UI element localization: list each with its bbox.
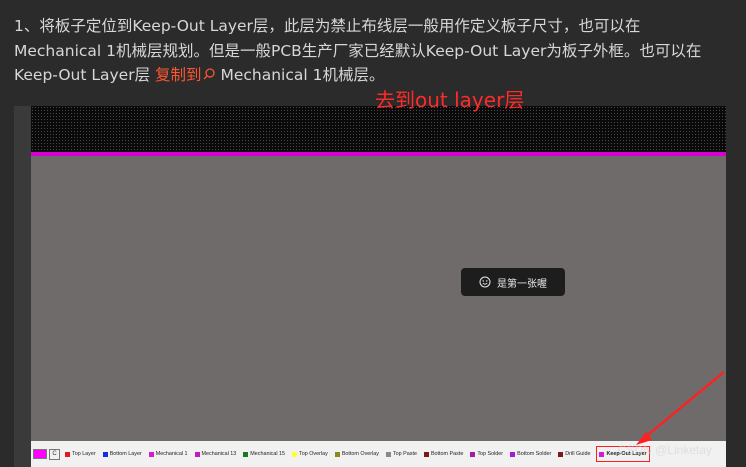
smile-icon: [479, 276, 491, 288]
layer-tab-label: Mechanical 13: [201, 451, 237, 457]
red-arrow: [636, 371, 725, 445]
pcb-screenshot-figure: 是第一张喔 去到out layer层 C Top Layer Bottom Lay…: [14, 88, 726, 467]
layer-tab[interactable]: Top Solder: [469, 448, 504, 460]
layer-color-swatch: [102, 451, 108, 457]
layer-color-swatch: [510, 451, 516, 457]
layer-color-swatch: [558, 451, 564, 457]
article-line-3-prefix: Keep-Out Layer层: [14, 66, 155, 84]
layer-tab-label: Mechanical 1: [155, 451, 188, 457]
layer-tab[interactable]: Top Paste: [385, 448, 418, 460]
current-layer-swatch[interactable]: [33, 449, 47, 459]
layer-tab[interactable]: Mechanical 13: [194, 448, 238, 460]
search-icon[interactable]: [202, 67, 216, 81]
layer-tab-label: Bottom Layer: [109, 451, 142, 457]
layer-color-swatch: [292, 451, 298, 457]
toast-message: 是第一张喔: [461, 268, 565, 296]
layer-tab[interactable]: Drill Guide: [557, 448, 591, 460]
article-paragraph: 1、将板子定位到Keep-Out Layer层，此层为禁止布线层一般用作定义板子…: [14, 14, 739, 88]
layer-tab-label: Mechanical 15: [250, 451, 286, 457]
layer-tab[interactable]: Top Overlay: [291, 448, 329, 460]
layer-color-swatch: [65, 451, 70, 457]
layer-tab-label: Top Solder: [477, 451, 504, 457]
layer-color-swatch: [148, 451, 154, 457]
layer-set-icon[interactable]: C: [49, 448, 60, 460]
layer-tab[interactable]: Bottom Overlay: [334, 448, 380, 460]
layer-color-swatch: [423, 451, 429, 457]
red-annotation: 去到out layer层: [375, 88, 525, 112]
layer-color-swatch: [334, 451, 340, 457]
layer-tab[interactable]: Mechanical 1: [148, 448, 189, 460]
layer-tab-label: Bottom Solder: [517, 451, 552, 457]
csdn-watermark: CSDN @Linketay: [617, 443, 712, 457]
layer-tab[interactable]: Mechanical 15: [242, 448, 286, 460]
layer-tab[interactable]: Bottom Solder: [509, 448, 552, 460]
layer-tab[interactable]: Bottom Layer: [102, 448, 143, 460]
layer-tab-label: Top Paste: [392, 451, 417, 457]
layer-tab[interactable]: Top Layer: [64, 448, 97, 460]
layer-tab[interactable]: Bottom Paste: [423, 448, 464, 460]
layer-tab-label: Bottom Overlay: [341, 451, 379, 457]
layer-tab-label: Top Overlay: [299, 451, 328, 457]
panel-left-edge: [14, 106, 31, 467]
layer-color-swatch: [243, 451, 249, 457]
layer-color-swatch: [470, 451, 476, 457]
layer-tab-label: Bottom Paste: [430, 451, 464, 457]
layer-color-swatch: [385, 451, 391, 457]
article-line-2: Mechanical 1机械层规划。但是一般PCB生产厂家已经默认Keep-Ou…: [14, 41, 702, 60]
article-line-3-suffix: Mechanical 1机械层。: [215, 66, 385, 84]
toast-text: 是第一张喔: [497, 278, 547, 290]
article-line-1: 1、将板子定位到Keep-Out Layer层，此层为禁止布线层一般用作定义板子…: [14, 17, 641, 35]
layer-color-swatch: [194, 451, 200, 457]
copy-to-link[interactable]: 复制到: [155, 66, 202, 84]
layer-tab-label: Drill Guide: [565, 451, 591, 457]
layer-tab-label: Top Layer: [72, 451, 96, 457]
